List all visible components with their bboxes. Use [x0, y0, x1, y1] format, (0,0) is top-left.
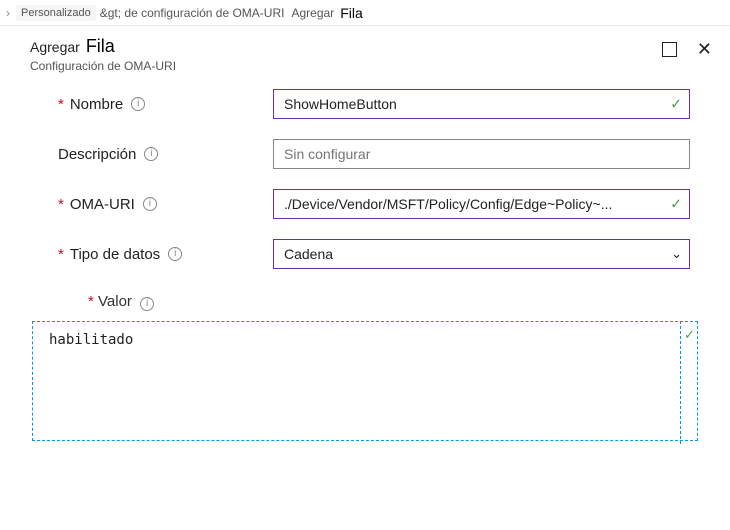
nombre-input[interactable]: [273, 89, 690, 119]
field-descripcion: [273, 139, 690, 169]
panel-controls: ✕: [662, 36, 712, 58]
maximize-icon[interactable]: [662, 42, 677, 57]
chevron-right-icon: ›: [4, 6, 12, 20]
panel-title-main: Fila: [86, 36, 115, 57]
tipo-datos-value: Cadena: [284, 246, 333, 262]
label-valor-text: Valor: [98, 293, 132, 310]
tipo-datos-select[interactable]: Cadena: [273, 239, 690, 269]
required-asterisk: *: [58, 96, 64, 113]
required-asterisk: *: [58, 246, 64, 263]
info-icon[interactable]: i: [131, 97, 145, 111]
field-nombre: ✓: [273, 89, 690, 119]
breadcrumb-item-omauri[interactable]: &gt; de configuración de OMA-URI: [100, 6, 285, 20]
row-descripcion: Descripción i: [58, 139, 690, 169]
row-valor-label: * Valor i: [58, 289, 690, 321]
info-icon[interactable]: i: [168, 247, 182, 261]
label-tipo-datos: * Tipo de datos i: [58, 246, 273, 263]
label-descripcion-text: Descripción: [58, 146, 136, 163]
field-valor: ✓: [32, 321, 698, 444]
field-omauri: ✓: [273, 189, 690, 219]
panel-subtitle: Configuración de OMA-URI: [30, 59, 176, 73]
panel-title-block: Agregar Fila Configuración de OMA-URI: [30, 36, 176, 73]
close-icon[interactable]: ✕: [697, 40, 712, 58]
valor-textarea[interactable]: [32, 321, 698, 441]
label-omauri: * OMA-URI i: [58, 196, 273, 213]
row-nombre: * Nombre i ✓: [58, 89, 690, 119]
label-descripcion: Descripción i: [58, 146, 273, 163]
required-asterisk: *: [88, 293, 94, 310]
info-icon[interactable]: i: [140, 297, 154, 311]
label-nombre: * Nombre i: [58, 96, 273, 113]
panel-title-prefix: Agregar: [30, 39, 80, 55]
label-tipo-datos-text: Tipo de datos: [70, 246, 160, 263]
row-omauri: * OMA-URI i ✓: [58, 189, 690, 219]
omauri-input[interactable]: [273, 189, 690, 219]
panel-header: Agregar Fila Configuración de OMA-URI ✕: [0, 26, 730, 79]
breadcrumb-item-add-main: Fila: [340, 5, 363, 21]
breadcrumb-item-custom[interactable]: Personalizado: [16, 5, 96, 21]
label-omauri-text: OMA-URI: [70, 196, 135, 213]
info-icon[interactable]: i: [144, 147, 158, 161]
row-tipo-datos: * Tipo de datos i Cadena ⌄: [58, 239, 690, 269]
breadcrumb: › Personalizado &gt; de configuración de…: [0, 0, 730, 26]
label-nombre-text: Nombre: [70, 96, 123, 113]
field-tipo-datos: Cadena ⌄: [273, 239, 690, 269]
form-area: * Nombre i ✓ Descripción i * OMA-URI i ✓: [0, 79, 730, 321]
descripcion-input[interactable]: [273, 139, 690, 169]
info-icon[interactable]: i: [143, 197, 157, 211]
breadcrumb-item-add-prefix: Agregar: [291, 6, 334, 20]
required-asterisk: *: [58, 196, 64, 213]
